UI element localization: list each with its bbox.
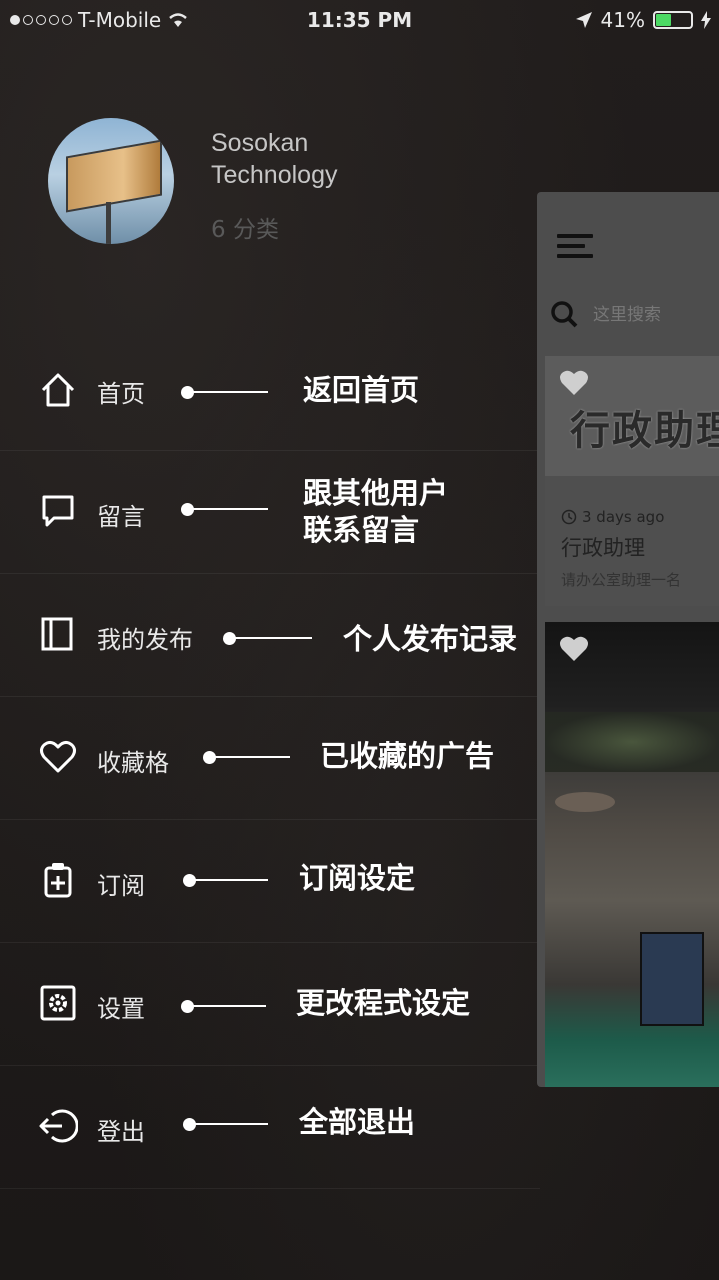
menu-label: 首页	[97, 380, 145, 408]
menu-item-subscribe[interactable]: 订阅	[0, 820, 540, 943]
listing-card[interactable]: 行政助理 3 days ago 行政助理 请办公室助理一名	[545, 356, 719, 606]
card-title: 行政助理	[561, 536, 645, 560]
menu-item-home[interactable]: 首页	[0, 328, 540, 451]
battery-percent: 41%	[600, 8, 645, 32]
card-description: 请办公室助理一名	[561, 571, 682, 589]
billboard-graphic	[66, 139, 162, 213]
billboard-pole	[106, 202, 111, 244]
menu-item-messages[interactable]: 留言	[0, 451, 540, 574]
drink-fridge-graphic	[640, 932, 704, 1026]
search-placeholder[interactable]: 这里搜索	[593, 300, 661, 325]
chat-bubble-icon	[42, 495, 74, 527]
category-count: 6 分类	[211, 217, 279, 243]
menu-label: 留言	[97, 503, 145, 531]
annotation-logout: 全部退出	[299, 1105, 416, 1139]
settings-icon	[40, 985, 76, 1021]
heart-icon[interactable]	[559, 634, 589, 662]
card-time-text: 3 days ago	[582, 508, 665, 526]
card-image-text: 行政助理	[570, 408, 719, 454]
leader-line	[188, 508, 268, 510]
divider	[0, 1188, 540, 1189]
menu-label: 设置	[97, 995, 145, 1023]
home-icon	[41, 373, 75, 407]
leader-line	[188, 391, 268, 393]
book-icon	[41, 617, 73, 651]
search-icon[interactable]	[550, 300, 578, 328]
annotation-subscribe: 订阅设定	[299, 861, 416, 895]
menu-label: 收藏格	[97, 749, 169, 777]
menu-item-logout[interactable]: 登出	[0, 1066, 540, 1189]
ceiling-decor	[545, 712, 719, 772]
annotation-home: 返回首页	[303, 373, 420, 407]
status-right: 41%	[575, 8, 711, 32]
heart-icon[interactable]	[559, 368, 589, 396]
location-arrow-icon	[575, 12, 592, 28]
lamp-graphic	[555, 792, 615, 812]
app-preview-panel[interactable]: 这里搜索 行政助理 3 days ago 行政助理 请办公室助理一名	[537, 192, 719, 1087]
profile-name: Sosokan Technology	[211, 129, 338, 189]
heart-icon	[40, 740, 76, 773]
annotation-favorites: 已收藏的广告	[320, 739, 495, 773]
leader-line	[230, 637, 312, 639]
menu-label: 订阅	[97, 872, 145, 900]
avatar[interactable]	[48, 118, 174, 244]
card-time: 3 days ago	[561, 508, 664, 526]
leader-line	[210, 756, 290, 758]
annotation-settings: 更改程式设定	[296, 986, 471, 1020]
status-bar: T-Mobile 11:35 PM 41%	[0, 0, 719, 40]
logout-icon	[39, 1109, 78, 1143]
leader-line	[190, 1123, 268, 1125]
listing-card[interactable]	[545, 622, 719, 1087]
leader-line	[190, 879, 268, 881]
battery-icon	[653, 11, 693, 29]
hamburger-menu-icon[interactable]	[557, 234, 593, 260]
menu-label: 我的发布	[97, 626, 193, 654]
annotation-my-posts: 个人发布记录	[343, 622, 518, 656]
clock-icon	[561, 509, 577, 525]
annotation-messages: 跟其他用户 联系留言	[303, 476, 449, 547]
leader-line	[188, 1005, 266, 1007]
charging-bolt-icon	[701, 11, 711, 29]
menu-label: 登出	[97, 1118, 145, 1146]
clipboard-plus-icon	[44, 863, 72, 898]
battery-fill	[656, 14, 671, 26]
